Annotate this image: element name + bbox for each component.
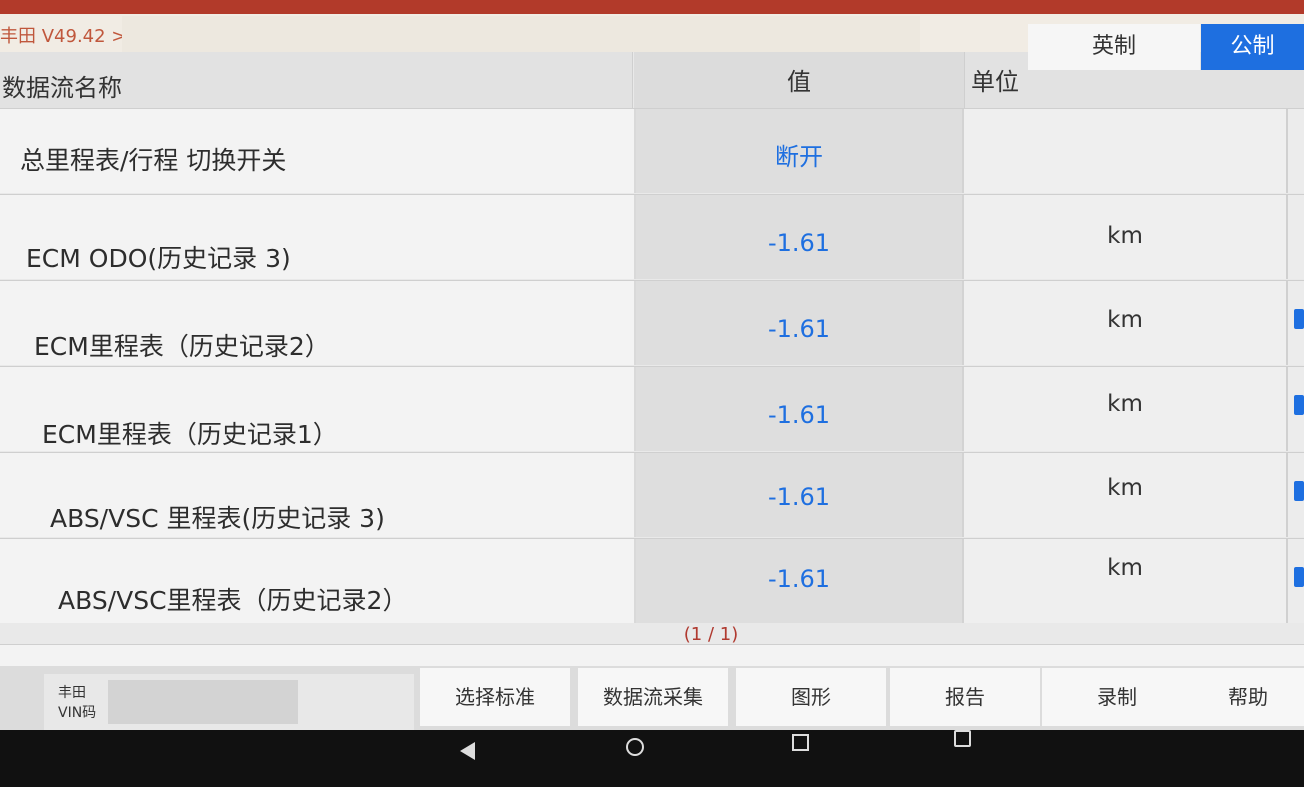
vin-label: VIN码: [58, 705, 97, 721]
row-extra-cell: [1288, 195, 1304, 279]
recent-apps-icon[interactable]: [792, 734, 809, 751]
select-standard-button[interactable]: 选择标准: [420, 668, 570, 726]
row-name: 总里程表/行程 切换开关: [20, 146, 287, 175]
report-button[interactable]: 报告: [890, 668, 1040, 726]
row-name: ECM里程表（历史记录2）: [34, 332, 330, 361]
app-screen: 丰田 V49.42 > 数据流名称 值 单位 英制 公制 总里程表/行程 切换开…: [0, 14, 1304, 730]
row-unit-cell: km: [964, 539, 1288, 623]
row-value-cell: -1.61: [636, 367, 964, 451]
row-unit: km: [1107, 307, 1143, 333]
row-unit-cell: km: [964, 453, 1288, 537]
breadcrumb[interactable]: 丰田 V49.42 >: [0, 22, 126, 48]
record-button[interactable]: 录制: [1042, 668, 1192, 726]
row-value-cell: -1.61: [636, 539, 964, 623]
row-name: ABS/VSC里程表（历史记录2）: [58, 586, 408, 615]
table-row[interactable]: ECM里程表（历史记录1） -1.61 km: [0, 366, 1304, 451]
vehicle-info: 丰田 VIN码: [44, 674, 414, 730]
imperial-unit-button[interactable]: 英制: [1028, 24, 1200, 70]
row-unit: km: [1107, 223, 1143, 249]
redacted-area: [122, 16, 920, 52]
row-name-cell: 总里程表/行程 切换开关: [0, 109, 636, 193]
graph-select-icon[interactable]: [1294, 481, 1304, 501]
row-unit-cell: km: [964, 367, 1288, 451]
row-name: ABS/VSC 里程表(历史记录 3): [50, 504, 385, 533]
row-value: -1.61: [767, 229, 831, 257]
column-header-unit-label: 单位: [971, 68, 1019, 96]
table-row[interactable]: ABS/VSC 里程表(历史记录 3) -1.61 km: [0, 452, 1304, 537]
table-row[interactable]: ECM里程表（历史记录2） -1.61 km: [0, 280, 1304, 365]
row-unit: km: [1107, 555, 1143, 581]
screenshot-icon[interactable]: [954, 730, 971, 747]
home-icon[interactable]: [626, 738, 644, 756]
row-unit: km: [1107, 391, 1143, 417]
row-unit-cell: km: [964, 281, 1288, 365]
metric-unit-button[interactable]: 公制: [1201, 24, 1304, 70]
row-name-cell: ECM里程表（历史记录1）: [0, 367, 636, 451]
row-unit-cell: [964, 109, 1288, 193]
android-nav-bar: [0, 730, 1304, 787]
redacted-area: [108, 680, 298, 724]
help-button[interactable]: 帮助: [1192, 668, 1304, 726]
row-name: ECM ODO(历史记录 3): [26, 244, 291, 273]
row-extra-cell: [1288, 281, 1304, 365]
row-name: ECM里程表（历史记录1）: [42, 420, 338, 449]
row-extra-cell: [1288, 367, 1304, 451]
column-header-value-label: 值: [787, 68, 811, 96]
row-value-cell: -1.61: [636, 195, 964, 279]
row-name-cell: ABS/VSC里程表（历史记录2）: [0, 539, 636, 623]
vehicle-make: 丰田: [58, 685, 86, 701]
row-value-cell: -1.61: [636, 453, 964, 537]
row-extra-cell: [1288, 109, 1304, 193]
row-name-cell: ECM里程表（历史记录2）: [0, 281, 636, 365]
row-value: -1.61: [767, 483, 831, 511]
row-value-cell: -1.61: [636, 281, 964, 365]
row-extra-cell: [1288, 453, 1304, 537]
row-value-cell: 断开: [636, 109, 964, 193]
graph-select-icon[interactable]: [1294, 395, 1304, 415]
column-header-name-label: 数据流名称: [2, 74, 122, 102]
row-name-cell: ABS/VSC 里程表(历史记录 3): [0, 453, 636, 537]
back-icon[interactable]: [460, 742, 475, 760]
row-extra-cell: [1288, 539, 1304, 623]
table-row[interactable]: ECM ODO(历史记录 3) -1.61 km: [0, 194, 1304, 279]
graph-select-icon[interactable]: [1294, 309, 1304, 329]
datastream-capture-button[interactable]: 数据流采集: [578, 668, 728, 726]
row-value: -1.61: [767, 565, 831, 593]
row-value: -1.61: [767, 315, 831, 343]
row-unit-cell: km: [964, 195, 1288, 279]
row-value: 断开: [775, 143, 823, 171]
table-row[interactable]: 总里程表/行程 切换开关 断开: [0, 108, 1304, 193]
graph-button[interactable]: 图形: [736, 668, 886, 726]
row-value: -1.61: [767, 401, 831, 429]
row-name-cell: ECM ODO(历史记录 3): [0, 195, 636, 279]
graph-select-icon[interactable]: [1294, 567, 1304, 587]
page-indicator: (1 / 1): [683, 624, 739, 645]
row-unit: km: [1107, 475, 1143, 501]
table-row[interactable]: ABS/VSC里程表（历史记录2） -1.61 km: [0, 538, 1304, 623]
